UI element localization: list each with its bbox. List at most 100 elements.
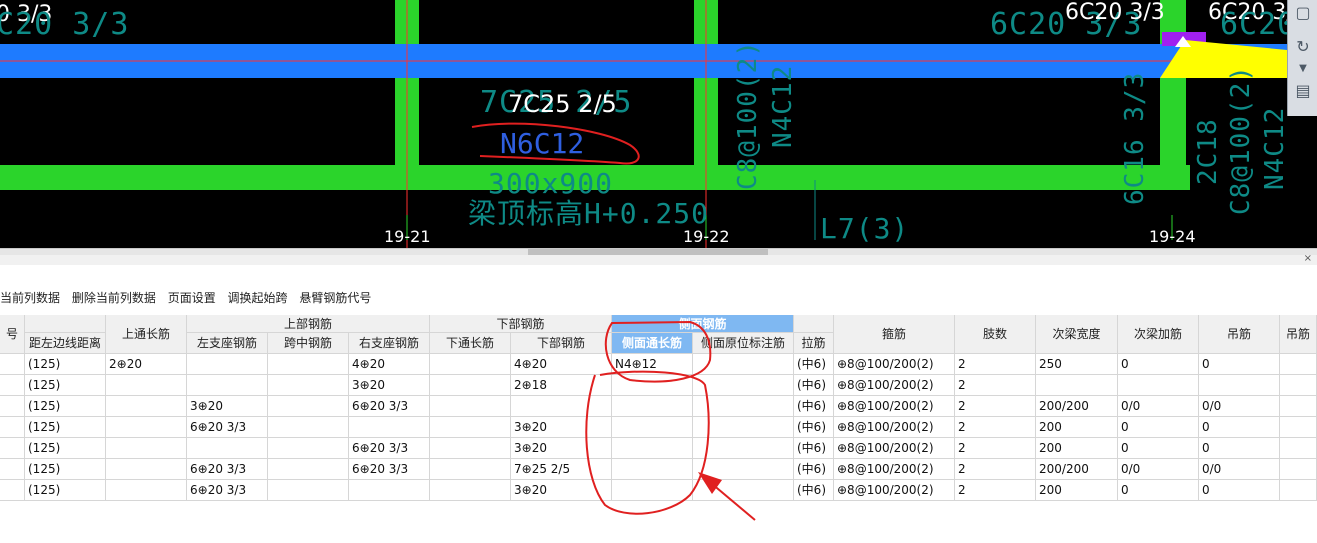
col-header-side-cont[interactable]: 侧面通长筋: [612, 333, 693, 354]
col-header-hanger[interactable]: 吊筋: [1199, 315, 1280, 354]
table-cell[interactable]: [1280, 396, 1317, 417]
table-cell[interactable]: (中6): [794, 396, 834, 417]
table-cell[interactable]: 200/200: [1036, 459, 1118, 480]
table-cell[interactable]: 3⊕20: [511, 480, 612, 501]
table-cell[interactable]: (125): [25, 417, 106, 438]
table-cell[interactable]: 0: [1199, 354, 1280, 375]
row-number-cell[interactable]: [0, 417, 25, 438]
table-cell[interactable]: 6⊕20 3/3: [349, 438, 430, 459]
table-cell[interactable]: 200: [1036, 438, 1118, 459]
table-cell[interactable]: ⊕8@100/200(2): [834, 396, 955, 417]
table-cell[interactable]: [430, 438, 511, 459]
table-cell[interactable]: 0: [1118, 480, 1199, 501]
table-cell[interactable]: (125): [25, 438, 106, 459]
col-header-bot-cont[interactable]: 下通长筋: [430, 333, 511, 354]
table-cell[interactable]: 6⊕20 3/3: [187, 459, 268, 480]
table-cell[interactable]: [693, 480, 794, 501]
table-cell[interactable]: N4⊕12: [612, 354, 693, 375]
table-cell[interactable]: [1118, 375, 1199, 396]
table-cell[interactable]: 0: [1118, 417, 1199, 438]
table-cell[interactable]: ⊕8@100/200(2): [834, 417, 955, 438]
table-cell[interactable]: [268, 438, 349, 459]
table-cell[interactable]: [430, 396, 511, 417]
table-cell[interactable]: [268, 459, 349, 480]
table-cell[interactable]: [1280, 417, 1317, 438]
table-cell[interactable]: [430, 480, 511, 501]
col-header-dist[interactable]: 距左边线距离: [25, 333, 106, 354]
table-cell[interactable]: (125): [25, 480, 106, 501]
table-cell[interactable]: [106, 396, 187, 417]
table-cell[interactable]: ⊕8@100/200(2): [834, 375, 955, 396]
table-cell[interactable]: ⊕8@100/200(2): [834, 480, 955, 501]
table-cell[interactable]: 250: [1036, 354, 1118, 375]
table-cell[interactable]: [1280, 459, 1317, 480]
col-header-hanger-2[interactable]: 吊筋: [1280, 315, 1317, 354]
table-cell[interactable]: 3⊕20: [511, 438, 612, 459]
table-cell[interactable]: [268, 417, 349, 438]
table-cell[interactable]: (中6): [794, 375, 834, 396]
table-cell[interactable]: [612, 480, 693, 501]
table-cell[interactable]: [693, 459, 794, 480]
row-number-cell[interactable]: [0, 354, 25, 375]
table-cell[interactable]: [349, 480, 430, 501]
table-cell[interactable]: [612, 438, 693, 459]
table-cell[interactable]: [693, 438, 794, 459]
toolbar-item[interactable]: 删除当前列数据: [72, 291, 156, 305]
table-cell[interactable]: (125): [25, 459, 106, 480]
table-cell[interactable]: 2⊕20: [106, 354, 187, 375]
table-cell[interactable]: 0: [1199, 438, 1280, 459]
col-header-side-orig[interactable]: 侧面原位标注筋: [693, 333, 794, 354]
rotate-icon[interactable]: ↻: [1292, 36, 1314, 58]
table-cell[interactable]: 2: [955, 354, 1036, 375]
table-cell[interactable]: 6⊕20 3/3: [349, 459, 430, 480]
col-header-sec-add[interactable]: 次梁加筋: [1118, 315, 1199, 354]
table-cell[interactable]: [268, 480, 349, 501]
toolbar-item[interactable]: 页面设置: [168, 291, 216, 305]
col-header-tie[interactable]: 拉筋: [794, 333, 834, 354]
dropdown-icon[interactable]: ▼: [1292, 58, 1314, 80]
table-cell[interactable]: [1199, 375, 1280, 396]
table-cell[interactable]: (中6): [794, 480, 834, 501]
row-number-cell[interactable]: [0, 438, 25, 459]
table-cell[interactable]: (125): [25, 354, 106, 375]
table-cell[interactable]: [268, 396, 349, 417]
row-number-cell[interactable]: [0, 480, 25, 501]
table-cell[interactable]: [693, 417, 794, 438]
table-cell[interactable]: 200/200: [1036, 396, 1118, 417]
row-number-cell[interactable]: [0, 396, 25, 417]
table-cell[interactable]: 200: [1036, 417, 1118, 438]
table-cell[interactable]: 4⊕20: [511, 354, 612, 375]
table-cell[interactable]: 4⊕20: [349, 354, 430, 375]
table-cell[interactable]: 0/0: [1118, 459, 1199, 480]
table-cell[interactable]: ⊕8@100/200(2): [834, 354, 955, 375]
table-cell[interactable]: 0: [1199, 417, 1280, 438]
table-cell[interactable]: 6⊕20 3/3: [349, 396, 430, 417]
table-cell[interactable]: 0/0: [1199, 459, 1280, 480]
table-cell[interactable]: 3⊕20: [511, 417, 612, 438]
table-cell[interactable]: 2: [955, 396, 1036, 417]
table-cell[interactable]: 2: [955, 459, 1036, 480]
table-cell[interactable]: 6⊕20 3/3: [187, 480, 268, 501]
table-cell[interactable]: [693, 375, 794, 396]
table-cell[interactable]: 0/0: [1199, 396, 1280, 417]
table-cell[interactable]: 2: [955, 480, 1036, 501]
table-cell[interactable]: [187, 375, 268, 396]
table-cell[interactable]: [1280, 480, 1317, 501]
table-cell[interactable]: 200: [1036, 480, 1118, 501]
col-header-left-sup[interactable]: 左支座钢筋: [187, 333, 268, 354]
table-cell[interactable]: [268, 354, 349, 375]
table-cell[interactable]: [430, 354, 511, 375]
table-cell[interactable]: [693, 354, 794, 375]
table-cell[interactable]: 7⊕25 2/5: [511, 459, 612, 480]
close-icon[interactable]: ×: [1304, 253, 1312, 264]
col-header-sec-width[interactable]: 次梁宽度: [1036, 315, 1118, 354]
table-cell[interactable]: (125): [25, 396, 106, 417]
cad-canvas[interactable]: 0 3/3 C20 3/3 6C20 3/3 6C20 3/3 6C20 3/ …: [0, 0, 1317, 248]
table-cell[interactable]: [612, 417, 693, 438]
cube-icon[interactable]: ▢: [1292, 2, 1314, 24]
table-cell[interactable]: ⊕8@100/200(2): [834, 459, 955, 480]
table-cell[interactable]: [430, 417, 511, 438]
col-header-no[interactable]: 号: [0, 315, 25, 354]
table-cell[interactable]: (中6): [794, 438, 834, 459]
table-cell[interactable]: (125): [25, 375, 106, 396]
